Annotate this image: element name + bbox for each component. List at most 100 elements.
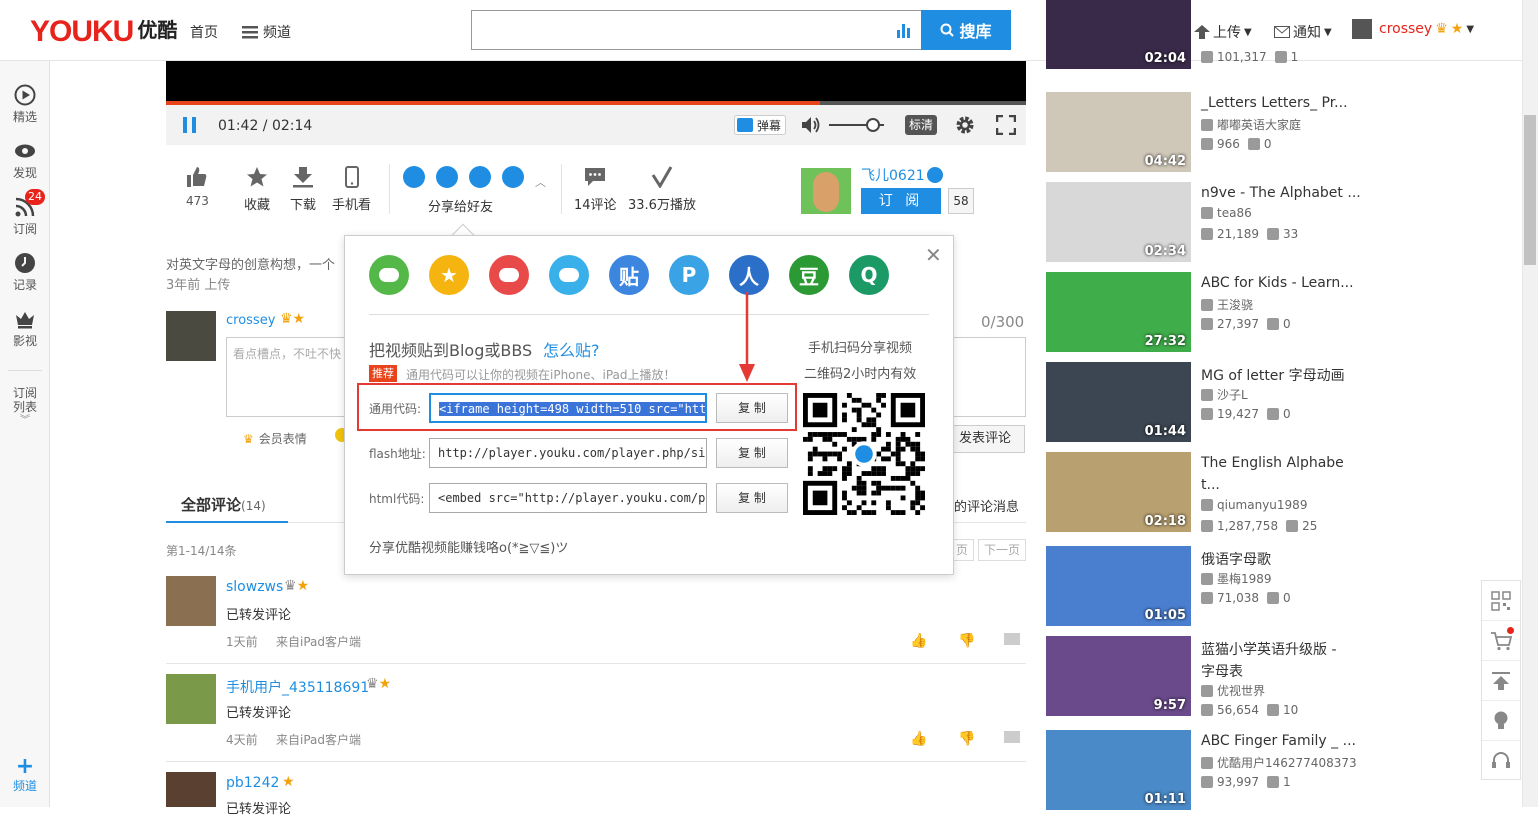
notify-menu[interactable]: 通知 ▼ bbox=[1274, 22, 1332, 42]
wechat-icon[interactable] bbox=[369, 255, 409, 295]
related-video-title[interactable]: The English Alphabe bbox=[1201, 455, 1344, 471]
renren-icon[interactable]: 人 bbox=[729, 255, 769, 295]
related-video-thumbnail[interactable]: 02:34 bbox=[1046, 182, 1191, 262]
related-video-thumbnail[interactable]: 01:05 bbox=[1046, 546, 1191, 626]
comments-count-button[interactable]: 14评论 bbox=[574, 166, 617, 213]
favorite-button[interactable]: 收藏 bbox=[244, 166, 270, 213]
comment-user-name[interactable]: crossey bbox=[226, 313, 275, 328]
sidebar-item-featured[interactable]: 精选 bbox=[0, 84, 50, 125]
tab-comment-messages[interactable]: 的评论消息 bbox=[954, 496, 1019, 515]
related-video-author[interactable]: tea86 bbox=[1201, 206, 1252, 220]
fullscreen-icon[interactable] bbox=[996, 115, 1016, 135]
subscribe-button[interactable]: 订 阅 bbox=[861, 188, 941, 214]
download-button[interactable]: 下载 bbox=[290, 166, 316, 213]
thumbs-down-icon[interactable]: 👎 bbox=[958, 731, 975, 747]
back-to-top-button[interactable] bbox=[1482, 661, 1520, 701]
chevron-up-icon[interactable]: ︿ bbox=[535, 174, 546, 190]
nav-home-link[interactable]: 首页 bbox=[190, 22, 218, 42]
thumbs-up-icon[interactable]: 👍 bbox=[910, 633, 927, 649]
user-menu[interactable]: crossey ♛ ★ ▼ bbox=[1352, 19, 1474, 39]
related-video-title[interactable]: 蓝猫小学英语升级版 - bbox=[1201, 639, 1337, 659]
pause-icon[interactable] bbox=[182, 116, 198, 134]
related-video-thumbnail[interactable]: 01:11 bbox=[1046, 730, 1191, 810]
mobile-watch-button[interactable]: 手机看 bbox=[332, 166, 371, 213]
qzone-share-icon[interactable] bbox=[436, 166, 458, 188]
related-video-title[interactable]: n9ve - The Alphabet ... bbox=[1201, 185, 1361, 201]
upload-menu[interactable]: 上传 ▼ bbox=[1194, 22, 1252, 42]
like-button[interactable]: 473 bbox=[186, 166, 209, 208]
reply-icon[interactable] bbox=[1004, 731, 1020, 743]
video-player[interactable] bbox=[166, 61, 1026, 104]
volume-slider-handle[interactable] bbox=[866, 118, 880, 132]
uploader-name[interactable]: 飞儿0621 bbox=[861, 165, 925, 185]
pengyou-icon[interactable]: P bbox=[669, 255, 709, 295]
related-video-author[interactable]: 优视世界 bbox=[1201, 682, 1265, 699]
related-video-author[interactable]: 优酷用户146277408373 bbox=[1201, 754, 1357, 771]
qr-tool-button[interactable] bbox=[1482, 581, 1520, 621]
sidebar-subscription-list[interactable]: 订阅 列表 ︾ bbox=[0, 386, 50, 428]
copy-flash-button[interactable]: 复 制 bbox=[716, 438, 788, 468]
flash-url-field[interactable]: http://player.youku.com/player.php/sid/X… bbox=[429, 438, 707, 468]
avatar[interactable] bbox=[166, 674, 216, 724]
danmu-toggle[interactable]: 弹幕 bbox=[734, 115, 786, 135]
nav-channels-link[interactable]: 频道 bbox=[242, 22, 291, 42]
sidebar-item-history[interactable]: 记录 bbox=[0, 252, 50, 293]
tips-tool-button[interactable] bbox=[1482, 701, 1520, 741]
related-video-thumbnail[interactable]: 27:32 bbox=[1046, 272, 1191, 352]
reply-icon[interactable] bbox=[1004, 633, 1020, 645]
sidebar-item-channels[interactable]: + 频道 bbox=[0, 756, 50, 794]
avatar[interactable] bbox=[166, 576, 216, 626]
related-video-thumbnail[interactable]: 02:04 bbox=[1046, 0, 1191, 69]
weibo-share-icon[interactable] bbox=[469, 166, 491, 188]
thumbs-down-icon[interactable]: 👎 bbox=[958, 633, 975, 649]
related-video-title-line2[interactable]: t... bbox=[1201, 477, 1220, 493]
wechat-share-icon[interactable] bbox=[403, 166, 425, 188]
volume-icon[interactable] bbox=[801, 116, 821, 134]
related-video-title[interactable]: MG of letter 字母动画 bbox=[1201, 365, 1345, 385]
qq-icon[interactable] bbox=[549, 255, 589, 295]
comment-author[interactable]: 手机用户_435118691 bbox=[226, 677, 369, 697]
related-video-author[interactable]: 墨梅1989 bbox=[1201, 570, 1272, 587]
avatar[interactable] bbox=[166, 311, 216, 361]
next-page-button[interactable]: 下一页 bbox=[978, 539, 1026, 561]
related-video-thumbnail[interactable]: 02:18 bbox=[1046, 452, 1191, 532]
related-video-thumbnail[interactable]: 01:44 bbox=[1046, 362, 1191, 442]
chart-bars-icon[interactable] bbox=[896, 22, 912, 38]
tieba-icon[interactable]: 贴 bbox=[609, 255, 649, 295]
scrollbar-thumb[interactable] bbox=[1524, 115, 1536, 265]
member-emoji-button[interactable]: ♛ 会员表情 bbox=[243, 430, 307, 447]
related-video-author[interactable]: qiumanyu1989 bbox=[1201, 498, 1307, 512]
douban-icon[interactable]: 豆 bbox=[789, 255, 829, 295]
related-video-thumbnail[interactable]: 04:42 bbox=[1046, 92, 1191, 172]
avatar[interactable] bbox=[166, 772, 216, 807]
related-video-title[interactable]: _Letters Letters_ Pr... bbox=[1201, 95, 1348, 111]
related-video-title-line2[interactable]: 字母表 bbox=[1201, 661, 1243, 681]
comment-author[interactable]: slowzws bbox=[226, 579, 283, 595]
search-input[interactable] bbox=[471, 10, 921, 50]
related-video-author[interactable]: 王浚骁 bbox=[1201, 296, 1253, 313]
related-video-title[interactable]: 俄语字母歌 bbox=[1201, 549, 1271, 569]
how-to-paste-link[interactable]: 怎么贴? bbox=[543, 337, 600, 361]
gear-icon[interactable] bbox=[955, 115, 975, 135]
kaixin-icon[interactable]: Q bbox=[849, 255, 889, 295]
comment-author[interactable]: pb1242 bbox=[226, 775, 279, 791]
quality-button[interactable]: 标清 bbox=[905, 115, 937, 135]
weibo-icon[interactable] bbox=[489, 255, 529, 295]
sidebar-item-discover[interactable]: 发现 bbox=[0, 140, 50, 181]
related-video-author[interactable]: 沙子L bbox=[1201, 386, 1248, 403]
related-video-title[interactable]: ABC Finger Family _ ... bbox=[1201, 733, 1356, 749]
copy-html-button[interactable]: 复 制 bbox=[716, 483, 788, 513]
tab-all-comments[interactable]: 全部评论(14) bbox=[181, 494, 266, 515]
related-video-author[interactable]: 嘟嘟英语大家庭 bbox=[1201, 116, 1301, 133]
close-icon[interactable]: ✕ bbox=[925, 243, 942, 267]
search-button[interactable]: 搜库 bbox=[921, 10, 1011, 50]
html-code-field[interactable]: <embed src="http://player.youku.com/play… bbox=[429, 483, 707, 513]
uploader-avatar[interactable] bbox=[801, 168, 851, 214]
related-video-title[interactable]: ABC for Kids - Learn... bbox=[1201, 275, 1354, 291]
cart-tool-button[interactable] bbox=[1482, 621, 1520, 661]
sidebar-item-movies[interactable]: 影视 bbox=[0, 308, 50, 349]
related-video-thumbnail[interactable]: 9:57 bbox=[1046, 636, 1191, 716]
qzone-icon[interactable]: ★ bbox=[429, 255, 469, 295]
qq-share-icon[interactable] bbox=[502, 166, 524, 188]
support-tool-button[interactable] bbox=[1482, 741, 1520, 781]
